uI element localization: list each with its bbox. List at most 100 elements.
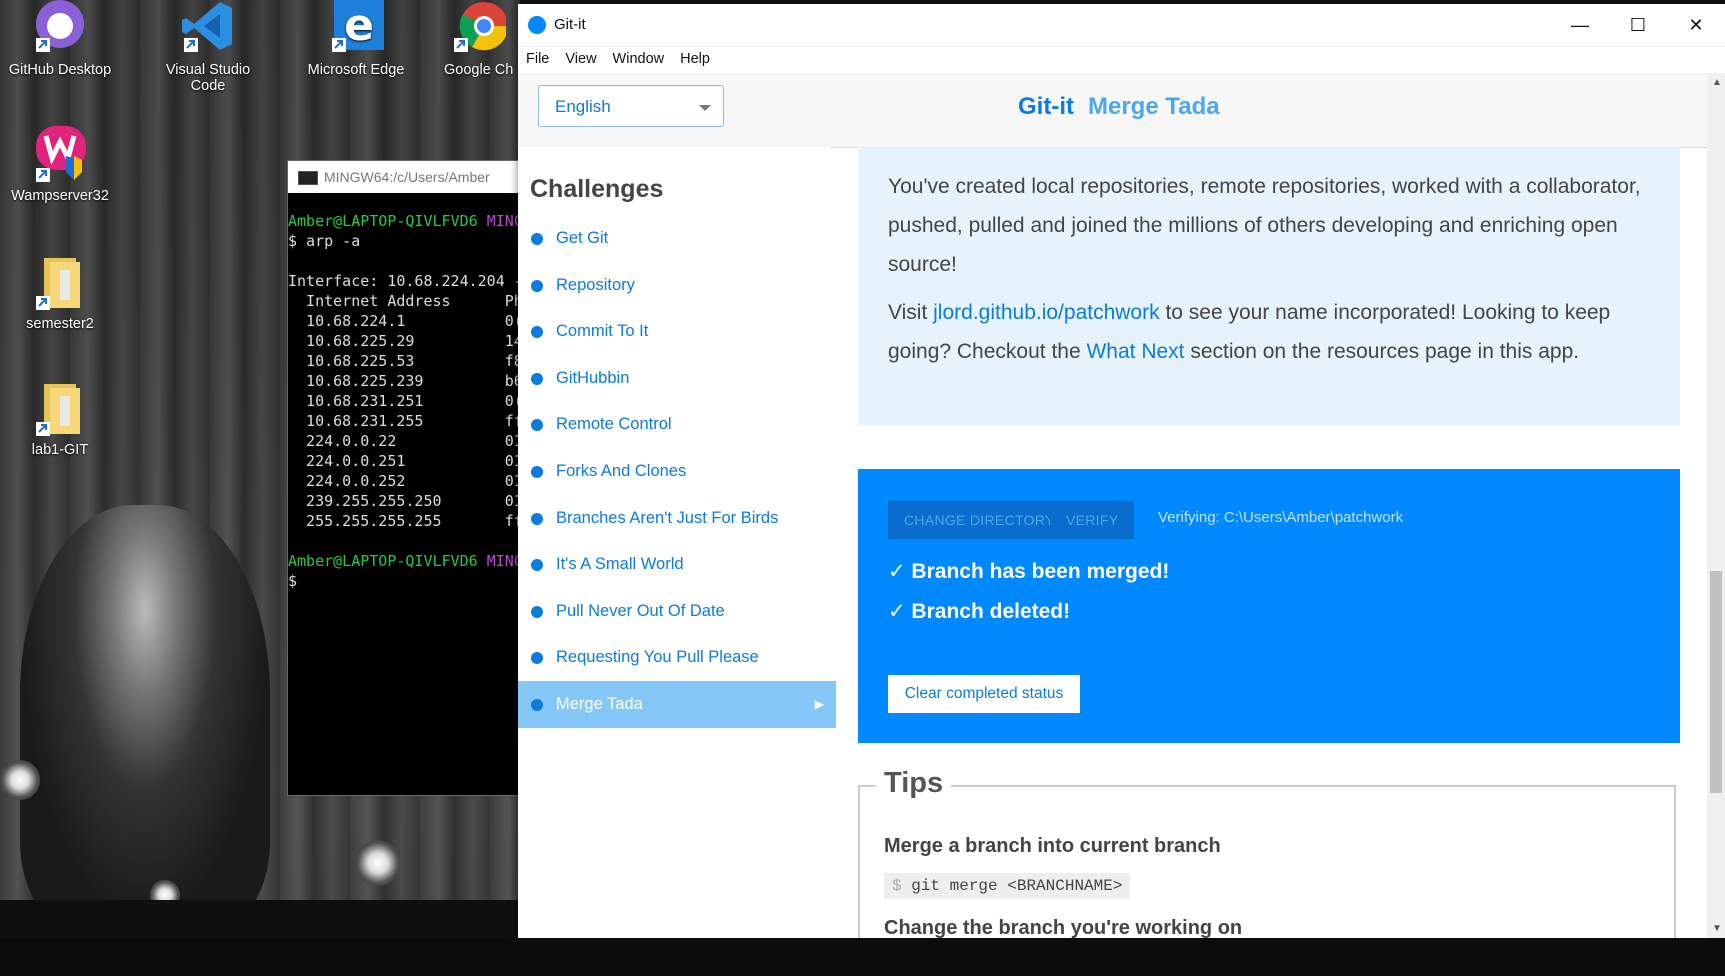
sidebar-item-label: Forks And Clones [556,461,687,480]
bullet-icon [531,326,543,339]
desktop-icon-github-desktop[interactable]: GitHub Desktop [0,0,120,78]
menu-view[interactable]: View [557,47,604,67]
menu-help[interactable]: Help [672,47,718,67]
sidebar-heading: Challenges [530,175,664,203]
wampserver-icon [32,126,88,182]
merged-status: ✓ Branch has been merged! [888,560,1170,583]
visit-label: Visit [888,301,928,324]
tip-command[interactable]: $ git merge <BRANCHNAME> [884,873,1131,899]
desktop-icon-chrome[interactable]: Google Ch [436,0,518,78]
sidebar-item-label: GitHubbin [556,368,630,387]
verify-button[interactable]: VERIFY [1050,501,1135,539]
svg-text:e: e [344,0,374,51]
sidebar-item-githubbin[interactable]: GitHubbin [518,355,830,402]
change-directory-button[interactable]: CHANGE DIRECTORY [888,501,1071,539]
sidebar-item-get-git[interactable]: Get Git [518,215,830,262]
chrome-icon [450,0,509,56]
sidebar-item-commit-to-it[interactable]: Commit To It [518,308,830,355]
terminal-row: 10.68.225.53 f8 [288,352,523,370]
desktop-icon-vscode[interactable]: Visual Studio Code [148,0,268,94]
bullet-icon [531,512,543,525]
sidebar-item-repository[interactable]: Repository [518,262,830,309]
desktop-icon-label: semester2 [26,316,94,332]
taskbar [0,938,1725,976]
sidebar-item-label: Requesting You Pull Please [556,648,759,667]
gitit-window[interactable]: Git-it — ☐ ✕ File View Window Help English … [518,4,1725,938]
challenges-sidebar: Challenges Get Git Repository Commit To … [518,147,836,938]
bullet-icon [531,233,543,245]
language-select[interactable]: English [538,85,724,127]
terminal-header-line: Internet Address Ph [288,292,523,310]
terminal-row: 224.0.0.252 01 [288,472,523,490]
sidebar-item-label: Repository [556,275,635,294]
sidebar-item-forks-and-clones[interactable]: Forks And Clones [518,448,830,495]
terminal-prompt-user: Amber@LAPTOP-QIVLFVD6 [288,552,478,570]
challenge-list: Get Git Repository Commit To It GitHubbi… [518,215,836,728]
vscode-icon [180,0,236,56]
tip-heading: Merge a branch into current branch [884,835,1221,857]
desktop-icon-wampserver[interactable]: Wampserver32 [0,126,120,204]
bullet-icon [531,372,543,385]
window-title: Git-it [554,16,586,33]
folder-icon [32,380,88,436]
clear-status-button[interactable]: Clear completed status [888,675,1080,713]
sidebar-item-pull[interactable]: Pull Never Out Of Date [518,588,830,635]
app-header: English Git-it Merge Tada [518,73,1707,148]
completion-visit-text: Visit jlord.github.io/patchwork to see y… [888,293,1660,371]
github-desktop-icon [32,0,88,56]
patchwork-link[interactable]: jlord.github.io/patchwork [933,301,1159,324]
chevron-down-icon [699,105,711,111]
sidebar-item-requesting-pull[interactable]: Requesting You Pull Please [518,634,830,681]
tips-title: Tips [876,767,952,800]
completion-panel: You've created local repositories, remot… [858,147,1680,425]
sidebar-item-label: Merge Tada [556,694,643,713]
sidebar-item-label: Pull Never Out Of Date [556,601,725,620]
bullet-icon [531,652,543,665]
desktop-icon-label: Visual Studio Code [165,62,251,94]
vertical-scrollbar[interactable]: ▲ ▼ [1707,73,1725,938]
close-button[interactable]: ✕ [1667,4,1725,46]
bullet-icon [531,605,543,618]
desktop-icon-label: Google Ch [444,62,514,78]
language-value: English [555,97,611,116]
play-arrow-icon: ▶ [814,696,824,711]
desktop-icon-semester2[interactable]: semester2 [0,254,120,332]
sidebar-item-label: Remote Control [556,415,672,434]
sidebar-item-small-world[interactable]: It's A Small World [518,541,830,588]
terminal-window[interactable]: MINGW64:/c/Users/Amber Amber@LAPTOP-QIVL… [287,160,539,796]
menu-bar: File View Window Help [518,47,1725,74]
terminal-icon [298,171,318,185]
desktop-icon-label: GitHub Desktop [8,62,112,78]
terminal-prompt-user: Amber@LAPTOP-QIVLFVD6 [288,212,478,230]
challenge-content: You've created local repositories, remot… [858,147,1680,938]
sidebar-item-remote-control[interactable]: Remote Control [518,401,830,448]
bullet-icon [531,559,543,572]
bullet-icon [531,698,543,711]
menu-window[interactable]: Window [605,47,673,67]
scroll-down-icon[interactable]: ▼ [1712,923,1722,934]
window-titlebar[interactable]: Git-it — ☐ ✕ [518,4,1725,47]
sidebar-item-label: Get Git [556,229,609,247]
sidebar-item-branches[interactable]: Branches Aren't Just For Birds [518,495,830,542]
desktop-icon-edge[interactable]: e Microsoft Edge [296,0,416,78]
sidebar-item-merge-tada[interactable]: Merge Tada ▶ [518,680,836,728]
scroll-thumb[interactable] [1710,571,1722,793]
maximize-button[interactable]: ☐ [1609,4,1667,46]
app-brand: Git-it Merge Tada [1018,93,1220,121]
sidebar-item-label: Branches Aren't Just For Birds [556,508,779,527]
terminal-output[interactable]: Amber@LAPTOP-QIVLFVD6 MINC $ arp -a Inte… [288,193,538,591]
menu-file[interactable]: File [518,47,557,67]
wallpaper-lamp [355,840,401,886]
wallpaper-person [20,505,270,925]
sidebar-item-label: Commit To It [556,322,649,341]
what-next-link[interactable]: What Next [1086,340,1184,363]
desktop-icon-lab1-git[interactable]: lab1-GIT [0,380,120,458]
verify-panel: CHANGE DIRECTORY VERIFY Verifying: C:\Us… [858,469,1680,743]
desktop-icon-label: Microsoft Edge [307,62,405,78]
tip-heading: Change the branch you're working on [884,917,1243,938]
minimize-button[interactable]: — [1551,4,1609,46]
terminal-title: MINGW64:/c/Users/Amber [324,169,490,185]
terminal-titlebar[interactable]: MINGW64:/c/Users/Amber [288,161,538,193]
scroll-up-icon[interactable]: ▲ [1712,77,1722,88]
sidebar-item-label: It's A Small World [556,555,684,574]
